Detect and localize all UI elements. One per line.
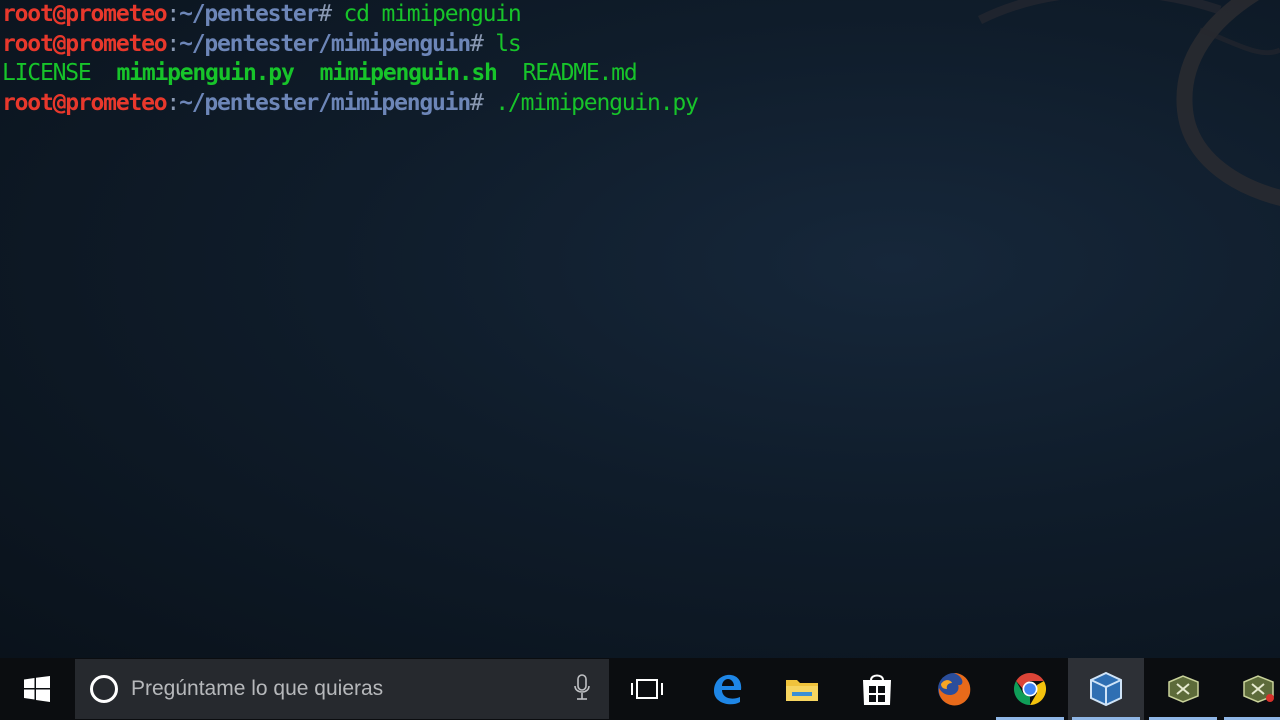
command-text: ./mimipenguin.py	[495, 89, 699, 116]
ls-output-line: LICENSE mimipenguin.py mimipenguin.sh READM…	[2, 59, 698, 89]
edge-icon	[714, 674, 742, 705]
firefox-button[interactable]	[916, 658, 992, 720]
prompt-user: root@prometeo	[2, 89, 168, 116]
terminal-line: root@prometeo:~/pentester/mimipenguin# .…	[2, 89, 699, 119]
store-button[interactable]	[839, 658, 915, 720]
file-explorer-icon	[786, 680, 818, 701]
command-text: cd mimipenguin	[343, 1, 522, 27]
task-view-icon	[631, 679, 663, 699]
prompt-path: ~/pentester/mimipenguin	[179, 30, 471, 57]
task-view-button[interactable]	[612, 658, 682, 720]
app-button[interactable]	[1145, 658, 1221, 720]
terminal-line: root@prometeo:~/pentester# cd mimipengui…	[2, 0, 698, 30]
file-entry: LICENSE	[2, 60, 92, 86]
terminal-line: root@prometeo:~/pentester/mimipenguin# l…	[2, 30, 698, 60]
taskbar: Pregúntame lo que quieras	[0, 658, 1280, 720]
command-text: ls	[495, 30, 522, 57]
prompt-hash: #	[318, 1, 332, 27]
chrome-button[interactable]	[992, 658, 1068, 720]
terminal-output: root@prometeo:~/pentester# cd mimipengui…	[2, 0, 699, 119]
app-icon	[1168, 675, 1199, 703]
prompt-colon: :	[166, 1, 180, 27]
file-entry: mimipenguin.sh	[319, 60, 498, 86]
file-entry: mimipenguin.py	[116, 60, 295, 86]
edge-button[interactable]	[689, 658, 765, 720]
store-icon	[863, 674, 891, 705]
microphone-icon[interactable]	[573, 673, 591, 703]
search-box[interactable]: Pregúntame lo que quieras	[75, 659, 609, 719]
prompt-path: ~/pentester	[179, 1, 319, 27]
search-placeholder: Pregúntame lo que quieras	[131, 677, 384, 700]
prompt-colon: :	[166, 30, 180, 57]
prompt-colon: :	[166, 89, 180, 116]
file-entry: README.md	[522, 60, 638, 86]
prompt-hash: #	[469, 30, 484, 57]
file-explorer-button[interactable]	[764, 658, 840, 720]
prompt-path: ~/pentester/mimipenguin	[179, 89, 471, 116]
windows-start-icon	[24, 676, 50, 702]
kali-dragon-wallpaper	[977, 0, 1280, 206]
start-button[interactable]	[0, 658, 74, 720]
terminal-window[interactable]: root@prometeo:~/pentester# cd mimipengui…	[0, 0, 1280, 658]
cortana-icon	[90, 675, 118, 703]
app-icon	[1243, 675, 1274, 703]
prompt-hash: #	[469, 89, 484, 116]
firefox-icon	[938, 673, 971, 706]
prompt-user: root@prometeo	[2, 30, 168, 57]
virtualbox-icon	[1090, 671, 1122, 707]
virtualbox-button[interactable]	[1068, 658, 1144, 720]
chrome-icon	[1013, 672, 1047, 706]
prompt-user: root@prometeo	[2, 1, 168, 27]
app-button[interactable]	[1220, 658, 1280, 720]
